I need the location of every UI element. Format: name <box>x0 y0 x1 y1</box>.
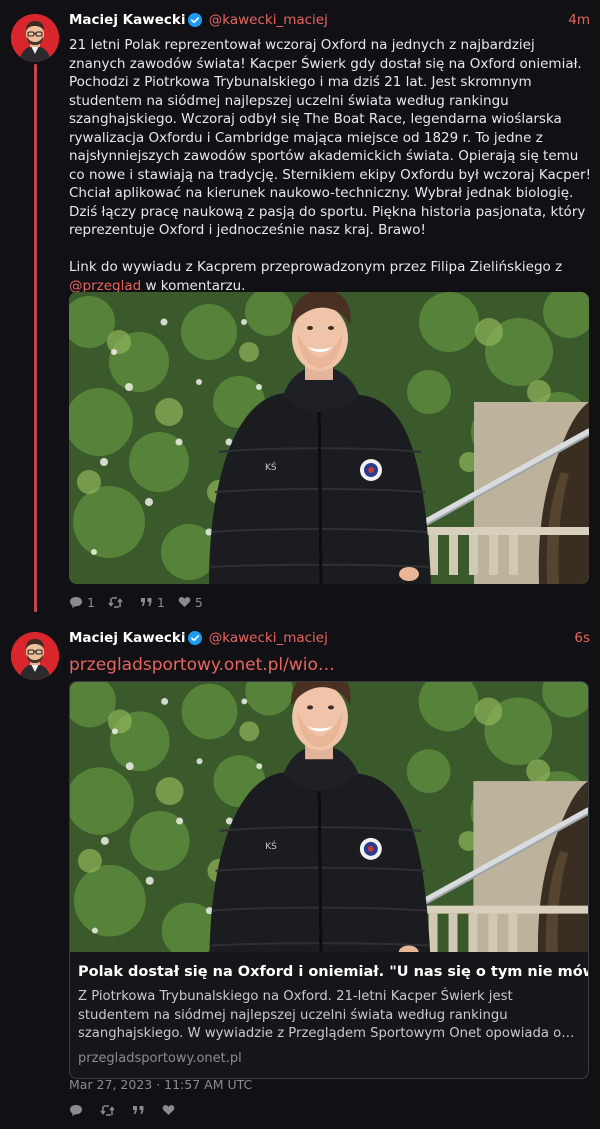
post-actions: 1 1 5 <box>69 594 216 610</box>
author-name[interactable]: Maciej Kawecki <box>69 630 185 646</box>
quote-button[interactable]: 1 <box>140 595 165 610</box>
heart-icon <box>178 597 191 607</box>
post-actions <box>69 1102 192 1118</box>
repost-button[interactable] <box>100 1104 119 1117</box>
post-body: 21 letni Polak reprezentował wczoraj Oxf… <box>69 36 591 295</box>
heart-icon <box>162 1105 175 1115</box>
photo-young-man-black-jacket <box>70 682 588 952</box>
post-photo[interactable] <box>69 292 589 584</box>
author-handle[interactable]: @kawecki_maciej <box>209 12 328 28</box>
repost-button[interactable] <box>108 596 127 609</box>
post-time[interactable]: 6s <box>574 628 590 648</box>
link-preview-card[interactable]: Polak dostał się na Oxford i oniemiał. "… <box>69 681 589 1079</box>
reply-button[interactable]: 1 <box>69 595 95 610</box>
reply-icon <box>70 596 82 608</box>
avatar-portrait-icon <box>11 632 59 680</box>
repost-icon <box>100 1104 115 1116</box>
like-button[interactable]: 5 <box>178 595 203 610</box>
author-name[interactable]: Maciej Kawecki <box>69 12 185 28</box>
post-header: Maciej Kawecki @kawecki_maciej 6s <box>69 628 590 648</box>
verified-badge-icon <box>188 631 203 651</box>
post-text: Link do wywiadu z Kacprem przeprowadzony… <box>69 259 563 275</box>
card-description: Z Piotrkowa Trybunalskiego na Oxford. 21… <box>78 989 575 1041</box>
quote-icon <box>140 598 152 606</box>
verified-badge-icon <box>188 13 203 33</box>
avatar-portrait-icon <box>11 14 59 62</box>
like-button[interactable] <box>162 1104 179 1116</box>
thread-line <box>34 64 37 612</box>
reply-icon <box>70 1104 82 1116</box>
photo-young-man-black-jacket <box>69 292 589 584</box>
post-paragraph: 21 letni Polak reprezentował wczoraj Oxf… <box>69 37 591 238</box>
post-header: Maciej Kawecki @kawecki_maciej 4m <box>69 10 590 30</box>
quote-count: 1 <box>156 594 165 610</box>
repost-icon <box>108 596 123 608</box>
post-paragraph-link-note: Link do wywiadu z Kacprem przeprowadzony… <box>69 258 591 295</box>
quote-icon <box>133 1106 144 1114</box>
post-date[interactable]: Mar 27, 2023 · 11:57 AM UTC <box>69 1077 252 1092</box>
avatar[interactable] <box>11 14 59 62</box>
card-title[interactable]: Polak dostał się na Oxford i oniemiał. "… <box>78 962 588 982</box>
card-domain: przegladsportowy.onet.pl <box>78 1050 242 1066</box>
reply-count: 1 <box>87 594 95 610</box>
avatar[interactable] <box>11 632 59 680</box>
quote-button[interactable] <box>132 1104 149 1116</box>
like-count: 5 <box>194 594 203 610</box>
article-link[interactable]: przegladsportowy.onet.pl/wio… <box>69 654 335 676</box>
post-time[interactable]: 4m <box>568 10 590 30</box>
author-handle[interactable]: @kawecki_maciej <box>209 630 328 646</box>
reply-button[interactable] <box>69 1104 87 1117</box>
